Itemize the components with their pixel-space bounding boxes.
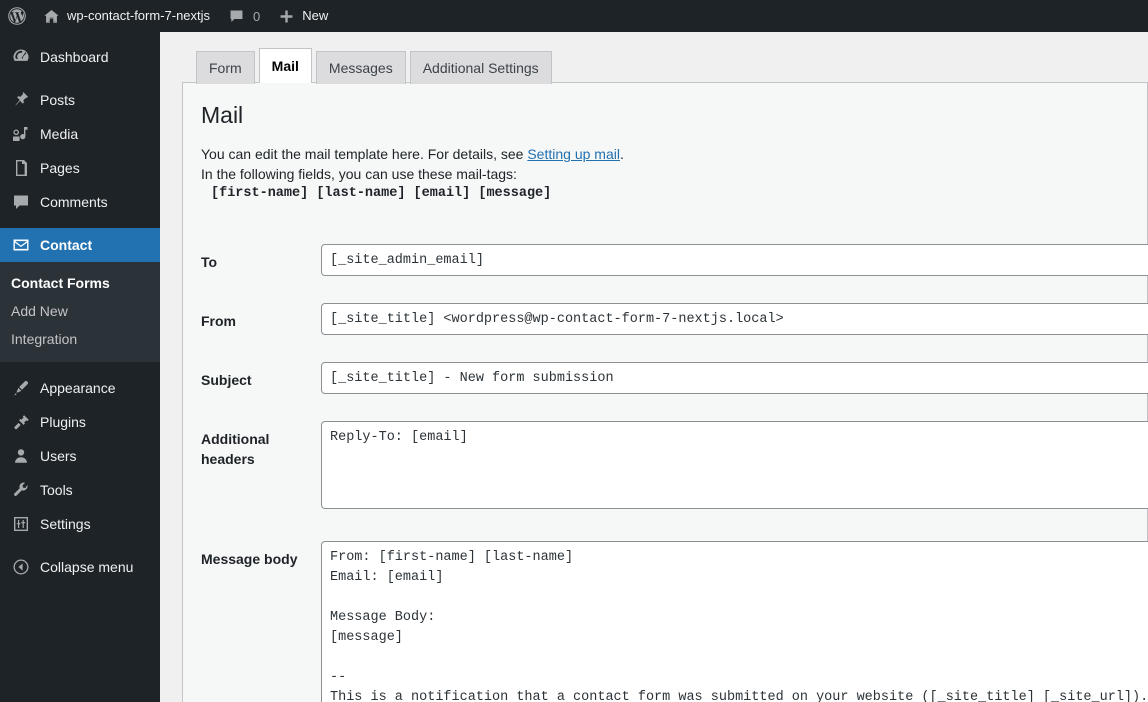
message-body-label: Message body [201, 551, 298, 567]
contact-submenu: Contact Forms Add New Integration [0, 262, 160, 362]
sidebar-item-dashboard[interactable]: Dashboard [0, 40, 160, 74]
from-field-wrap [321, 303, 1148, 335]
mail-tags-list: [first-name] [last-name] [email] [messag… [211, 186, 552, 201]
field-row-additional-headers: Additional headers Reply-To: [email] [201, 421, 1148, 514]
sidebar-item-label: Settings [40, 516, 91, 532]
sidebar-item-label: Users [40, 448, 77, 464]
field-row-to: To [201, 244, 1148, 276]
sidebar-item-label: Pages [40, 160, 80, 176]
menu-separator [0, 74, 160, 83]
collapse-menu-button[interactable]: Collapse menu [0, 550, 160, 584]
sidebar-item-plugins[interactable]: Plugins [0, 405, 160, 439]
comments-bubble-menu[interactable]: 0 [219, 0, 269, 32]
sidebar-item-label: Comments [40, 194, 108, 210]
page-wrap: Form Mail Messages Additional Settings M… [160, 48, 1148, 702]
additional-headers-label: Additional headers [201, 431, 270, 467]
sidebar-item-label: Tools [40, 482, 73, 498]
message-body-field-wrap: From: [first-name] [last-name] Email: [e… [321, 541, 1148, 702]
from-label: From [201, 313, 236, 329]
sidebar-item-settings[interactable]: Settings [0, 507, 160, 541]
sidebar-item-label: Plugins [40, 414, 86, 430]
sidebar-item-label: Posts [40, 92, 76, 108]
row-spacer [201, 514, 1148, 541]
field-row-subject: Subject [201, 362, 1148, 394]
page-title: Mail [201, 102, 244, 128]
sidebar-item-tools[interactable]: Tools [0, 473, 160, 507]
mail-description-line-1: You can edit the mail template here. For… [201, 144, 1147, 164]
desc-text-after: . [619, 146, 624, 162]
mail-description-line-2: In the following fields, you can use the… [201, 166, 517, 182]
admin-sidebar-menu: Dashboard Posts Media Pages Comments Con… [0, 32, 168, 702]
media-icon [11, 124, 31, 144]
new-content-menu[interactable]: New [269, 0, 337, 32]
dashboard-icon [11, 47, 31, 67]
desc-text-before: You can edit the mail template here. For… [201, 146, 528, 162]
plug-icon [11, 412, 31, 432]
sliders-icon [11, 514, 31, 534]
row-spacer [201, 394, 1148, 421]
to-field-wrap [321, 244, 1148, 276]
menu-separator [0, 219, 160, 228]
plus-icon [278, 8, 295, 25]
main-content-area: Form Mail Messages Additional Settings M… [160, 32, 1148, 702]
pages-icon [11, 158, 31, 178]
brush-icon [11, 378, 31, 398]
to-input[interactable] [321, 244, 1148, 276]
subject-field-wrap [321, 362, 1148, 394]
message-body-textarea[interactable]: From: [first-name] [last-name] Email: [e… [321, 541, 1148, 702]
row-spacer [201, 219, 1148, 244]
sidebar-item-contact[interactable]: Contact [0, 228, 168, 262]
sidebar-item-label: Media [40, 126, 79, 142]
setting-up-mail-link[interactable]: Setting up mail [527, 146, 620, 162]
tab-mail[interactable]: Mail [258, 48, 312, 83]
site-name-menu[interactable]: wp-contact-form-7-nextjs [34, 0, 219, 32]
comments-icon [11, 192, 31, 212]
sidebar-item-media[interactable]: Media [0, 117, 160, 151]
sidebar-item-appearance[interactable]: Appearance [0, 371, 160, 405]
tab-form[interactable]: Form [196, 51, 255, 84]
row-spacer [201, 335, 1148, 362]
sidebar-item-posts[interactable]: Posts [0, 83, 160, 117]
field-row-from: From [201, 303, 1148, 335]
additional-headers-field-wrap: Reply-To: [email] [321, 421, 1148, 514]
sidebar-item-label: Dashboard [40, 49, 109, 65]
admin-bar: wp-contact-form-7-nextjs 0 New [0, 0, 1148, 32]
sidebar-item-users[interactable]: Users [0, 439, 160, 473]
field-row-message-body: Message body From: [first-name] [last-na… [201, 541, 1148, 702]
tab-additional-settings[interactable]: Additional Settings [409, 51, 552, 84]
comment-bubble-icon [228, 8, 245, 25]
home-icon [43, 8, 60, 25]
subject-label: Subject [201, 372, 252, 388]
collapse-menu-label: Collapse menu [40, 559, 134, 575]
sidebar-item-label: Contact [40, 237, 93, 253]
mail-panel: Mail You can edit the mail template here… [182, 82, 1148, 702]
submenu-item-integration[interactable]: Integration [0, 325, 160, 353]
editor-tabs: Form Mail Messages Additional Settings [182, 48, 1148, 84]
sidebar-item-label: Appearance [40, 380, 116, 396]
user-icon [11, 446, 31, 466]
mail-panel-inner: Mail You can edit the mail template here… [183, 83, 1148, 702]
wrench-icon [11, 480, 31, 500]
mail-form-table: To From Subject [201, 219, 1148, 702]
comment-count: 0 [253, 8, 261, 24]
subject-input[interactable] [321, 362, 1148, 394]
additional-headers-textarea[interactable]: Reply-To: [email] [321, 421, 1148, 509]
site-name-label: wp-contact-form-7-nextjs [67, 8, 211, 23]
from-input[interactable] [321, 303, 1148, 335]
sidebar-item-comments[interactable]: Comments [0, 185, 160, 219]
sidebar-item-pages[interactable]: Pages [0, 151, 160, 185]
menu-top-spacer [0, 32, 160, 40]
wordpress-logo-icon [7, 6, 27, 26]
submenu-item-add-new[interactable]: Add New [0, 297, 160, 325]
wordpress-logo-menu[interactable] [0, 0, 34, 32]
email-icon [11, 235, 31, 255]
tab-messages[interactable]: Messages [315, 51, 406, 84]
new-label: New [302, 8, 329, 23]
submenu-item-contact-forms[interactable]: Contact Forms [0, 269, 160, 297]
pin-icon [11, 90, 31, 110]
menu-separator [0, 362, 160, 371]
collapse-arrow-icon [11, 557, 31, 577]
row-spacer [201, 276, 1148, 303]
to-label: To [201, 254, 218, 270]
